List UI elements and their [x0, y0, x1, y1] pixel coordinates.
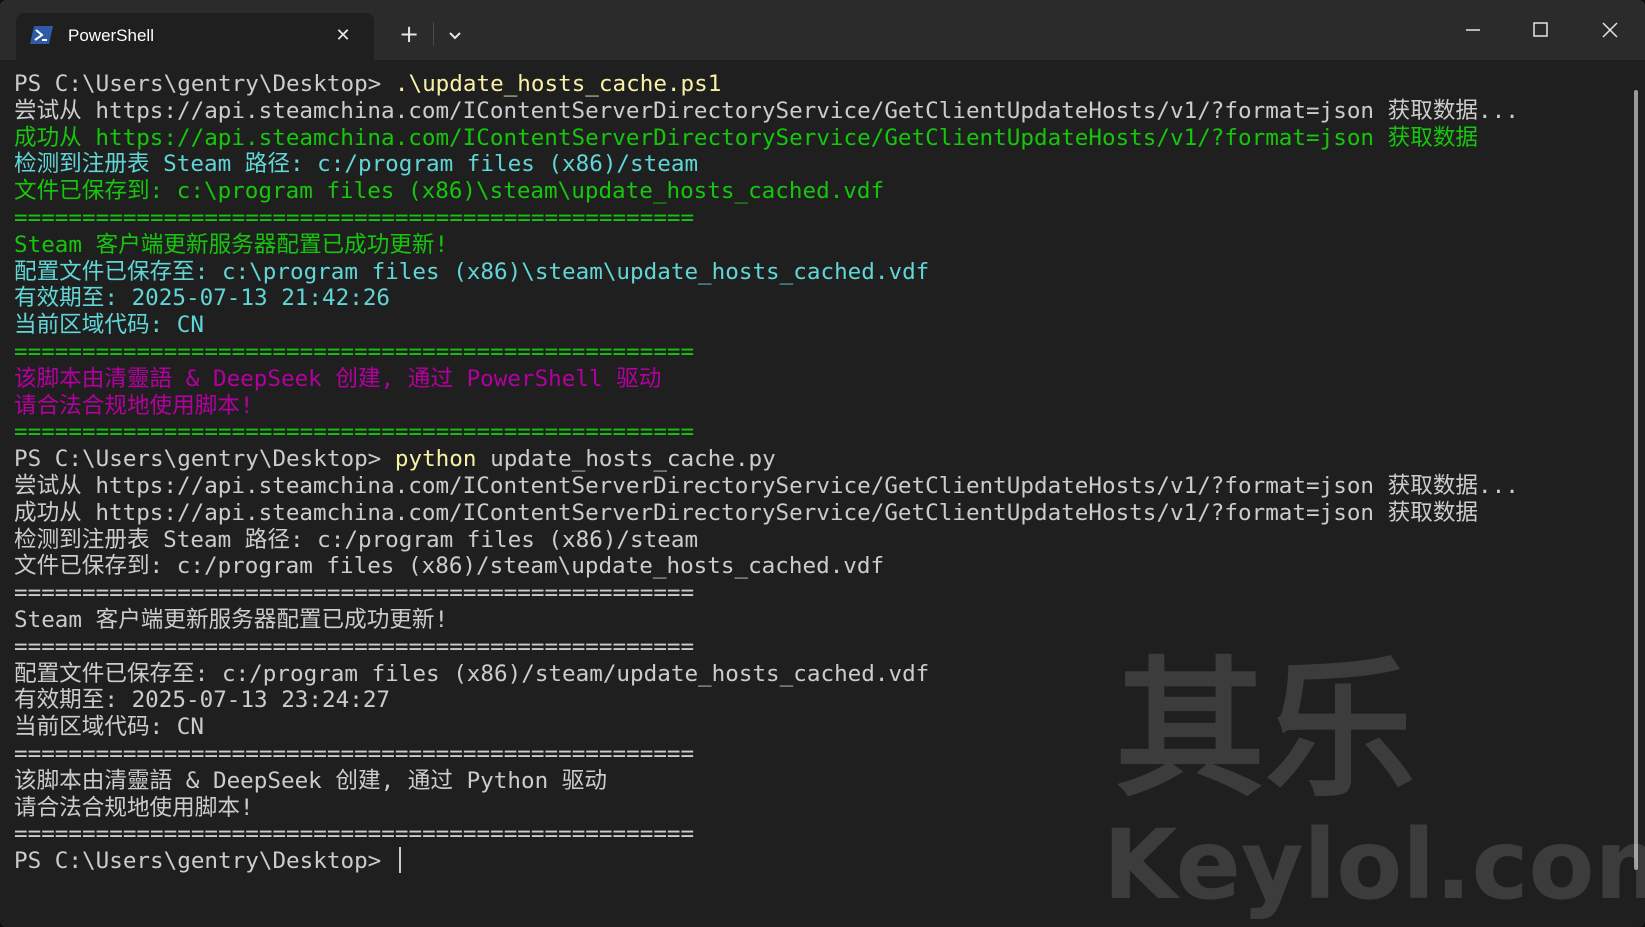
line-segment: 有效期至: 2025-07-13 23:24:27 — [14, 687, 391, 714]
line-segment: PS C:\Users\gentry\Desktop> — [14, 71, 395, 97]
terminal-line: 文件已保存到: c:/program files (x86)/steam\upd… — [14, 552, 884, 580]
terminal-line: 检测到注册表 Steam 路径: c:/program files (x86)/… — [14, 526, 698, 554]
terminal-line: 尝试从 https://api.steamchina.com/IContentS… — [14, 97, 1519, 125]
terminal-line: ========================================… — [14, 633, 694, 661]
line-segment: 配置文件已保存至: c:\program files (x86)\steam\u… — [14, 258, 930, 285]
close-icon[interactable] — [1588, 12, 1632, 48]
terminal-line: 检测到注册表 Steam 路径: c:/program files (x86)/… — [14, 150, 698, 178]
tab-title: PowerShell — [68, 26, 154, 45]
line-segment: 请合法合规地使用脚本! — [14, 794, 254, 821]
line-segment: 文件已保存到: c:/program files (x86)/steam\upd… — [14, 553, 885, 580]
line-segment: 该脚本由清靈語 & DeepSeek 创建, 通过 Python 驱动 — [14, 767, 607, 794]
powershell-icon — [30, 26, 53, 44]
close-tab-icon[interactable]: ✕ — [330, 23, 356, 49]
line-segment: 检测到注册表 Steam 路径: c:/program files (x86)/… — [14, 526, 699, 553]
terminal-output[interactable]: PS C:\Users\gentry\Desktop> .\update_hos… — [0, 60, 1630, 927]
terminal-line: 请合法合规地使用脚本! — [14, 392, 254, 420]
prompt-text: PS C:\Users\gentry\Desktop> — [14, 848, 395, 875]
line-segment: ========================================… — [14, 580, 695, 607]
chevron-down-icon[interactable] — [440, 20, 470, 50]
minimize-icon[interactable] — [1451, 12, 1495, 48]
terminal-line: ========================================… — [14, 579, 694, 607]
line-segment: 当前区域代码: CN — [14, 312, 204, 339]
terminal-line: 有效期至: 2025-07-13 21:42:26 — [14, 284, 390, 312]
line-segment: ========================================… — [14, 633, 695, 660]
terminal-line: 有效期至: 2025-07-13 23:24:27 — [14, 686, 390, 714]
line-segment: ========================================… — [14, 205, 695, 231]
terminal-line: ========================================… — [14, 740, 694, 768]
terminal-window: PowerShell ✕ + PS C:\Users\gentry\Deskto… — [0, 0, 1645, 927]
new-tab-button[interactable]: + — [393, 18, 425, 50]
terminal-line: 配置文件已保存至: c:\program files (x86)\steam\u… — [14, 258, 929, 286]
terminal-line: 请合法合规地使用脚本! — [14, 794, 254, 822]
terminal-line: 文件已保存到: c:\program files (x86)\steam\upd… — [14, 177, 884, 205]
terminal-line: ========================================… — [14, 204, 694, 232]
line-segment: ========================================… — [14, 339, 695, 365]
line-segment: 成功从 https://api.steamchina.com/IContentS… — [14, 499, 1479, 526]
terminal-line: 当前区域代码: CN — [14, 311, 204, 339]
terminal-line: 尝试从 https://api.steamchina.com/IContentS… — [14, 472, 1519, 500]
line-segment: update_hosts_cache.py — [476, 446, 776, 473]
scrollbar[interactable] — [1634, 90, 1638, 870]
terminal-line: PS C:\Users\gentry\Desktop> python updat… — [14, 445, 776, 473]
line-segment: ========================================… — [14, 419, 695, 446]
line-segment: 当前区域代码: CN — [14, 714, 204, 741]
line-segment: python — [394, 446, 477, 473]
line-segment: 配置文件已保存至: c:/program files (x86)/steam/u… — [14, 660, 930, 687]
line-segment: 有效期至: 2025-07-13 21:42:26 — [14, 285, 391, 312]
tab-powershell[interactable]: PowerShell ✕ — [16, 13, 374, 60]
line-segment: ========================================… — [14, 821, 695, 848]
terminal-line: ========================================… — [14, 418, 694, 446]
line-segment: 请合法合规地使用脚本! — [14, 392, 254, 419]
line-segment: Steam 客户端更新服务器配置已成功更新! — [14, 607, 449, 633]
terminal-line: Steam 客户端更新服务器配置已成功更新! — [14, 606, 448, 634]
terminal-line: 当前区域代码: CN — [14, 713, 204, 741]
line-segment: Steam 客户端更新服务器配置已成功更新! — [14, 231, 449, 258]
line-segment: 尝试从 https://api.steamchina.com/IContentS… — [14, 97, 1519, 124]
text-cursor — [398, 847, 401, 874]
line-segment: 检测到注册表 Steam 路径: c:/program files (x86)/… — [14, 151, 699, 178]
tab-separator — [433, 22, 434, 46]
line-segment: .\update_hosts_cache.ps1 — [394, 71, 722, 97]
line-segment: ========================================… — [14, 741, 695, 767]
terminal-line: ========================================… — [14, 338, 694, 366]
line-segment: 成功从 https://api.steamchina.com/IContentS… — [14, 124, 1479, 151]
terminal-line: 该脚本由清靈語 & DeepSeek 创建, 通过 Python 驱动 — [14, 767, 607, 795]
terminal-line: 成功从 https://api.steamchina.com/IContentS… — [14, 499, 1478, 527]
terminal-line: 该脚本由清靈語 & DeepSeek 创建, 通过 PowerShell 驱动 — [14, 365, 661, 393]
line-segment: 文件已保存到: c:\program files (x86)\steam\upd… — [14, 178, 885, 205]
line-segment: 尝试从 https://api.steamchina.com/IContentS… — [14, 473, 1519, 499]
maximize-icon[interactable] — [1518, 12, 1562, 48]
terminal-line: 配置文件已保存至: c:/program files (x86)/steam/u… — [14, 660, 929, 688]
terminal-line: PS C:\Users\gentry\Desktop> .\update_hos… — [14, 70, 721, 98]
terminal-line: 成功从 https://api.steamchina.com/IContentS… — [14, 124, 1478, 152]
terminal-prompt[interactable]: PS C:\Users\gentry\Desktop> — [14, 847, 401, 875]
line-segment: PS C:\Users\gentry\Desktop> — [14, 446, 395, 473]
title-bar[interactable]: PowerShell ✕ + — [0, 0, 1645, 60]
line-segment: 该脚本由清靈語 & DeepSeek 创建, 通过 PowerShell 驱动 — [14, 365, 662, 392]
terminal-line: ========================================… — [14, 820, 694, 848]
terminal-line: Steam 客户端更新服务器配置已成功更新! — [14, 231, 448, 259]
